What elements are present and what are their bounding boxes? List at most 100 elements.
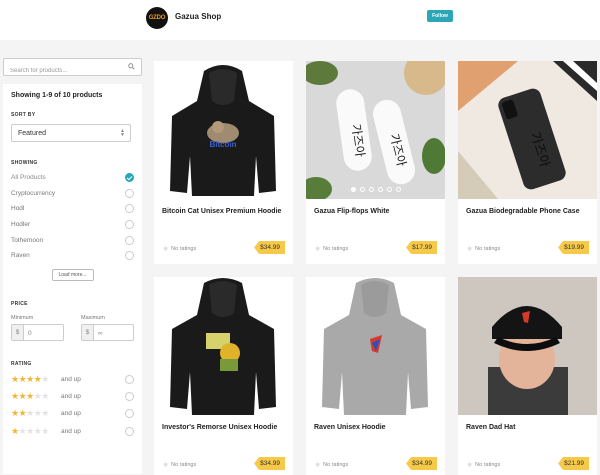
carousel-dot[interactable]: [386, 187, 392, 192]
product-card[interactable]: Bitcoin Bitcoin Cat Unisex Premium Hoodi…: [154, 61, 293, 264]
product-title[interactable]: Raven Unisex Hoodie: [314, 423, 439, 433]
product-image-remorse-hoodie[interactable]: [154, 277, 293, 415]
and-up-label: and up: [61, 375, 81, 383]
carousel-dots: [306, 187, 445, 192]
product-rating: ★ No ratings: [162, 460, 196, 469]
price-tag: $34.99: [254, 457, 285, 470]
product-card[interactable]: 가즈아 가즈아 Gazua Flip-flops White ★ No ratin…: [306, 61, 445, 264]
product-card[interactable]: Raven Dad Hat ★ No ratings $21.99: [458, 277, 597, 475]
radio-icon[interactable]: [125, 220, 134, 230]
price-tag: $34.99: [406, 457, 437, 470]
price-tag: $17.99: [406, 241, 437, 254]
price-max-group: Maximum $ ∞: [81, 315, 134, 341]
price-max-input[interactable]: $ ∞: [81, 323, 134, 341]
radio-icon[interactable]: [125, 235, 134, 245]
star-icon: ★: [314, 460, 322, 469]
rating-option-2[interactable]: ★★★★★ and up: [11, 405, 134, 422]
category-label: Hodl: [11, 205, 25, 213]
one-star-icon: ★★★★★: [11, 425, 49, 436]
product-image-black-hoodie[interactable]: Bitcoin: [154, 61, 293, 199]
product-rating: ★ No ratings: [314, 244, 348, 253]
price-tag: $34.99: [254, 241, 285, 254]
bitcoin-print-text: Bitcoin: [209, 140, 236, 149]
price-heading: PRICE: [11, 300, 28, 307]
price-min-group: Minimum $0: [11, 315, 64, 341]
radio-icon[interactable]: [125, 426, 134, 436]
carousel-dot[interactable]: [350, 187, 356, 192]
rating-text: No ratings: [323, 461, 349, 468]
product-image-phone-case[interactable]: 가즈아: [458, 61, 597, 199]
filter-sidebar: Showing 1-9 of 10 products SORT BY Featu…: [3, 58, 143, 474]
product-rating: ★ No ratings: [466, 244, 500, 253]
rating-text: No ratings: [323, 245, 349, 252]
search-box: [3, 58, 142, 79]
carousel-dot[interactable]: [359, 187, 365, 192]
two-stars-icon: ★★★★★: [11, 408, 49, 419]
category-label: All Products: [11, 174, 46, 182]
search-input[interactable]: [4, 63, 114, 79]
product-title[interactable]: Investor's Remorse Unisex Hoodie: [162, 423, 287, 433]
rating-option-4[interactable]: ★★★★★ and up: [11, 371, 134, 388]
carousel-dot[interactable]: [395, 187, 401, 192]
carousel-dot[interactable]: [377, 187, 383, 192]
results-count: Showing 1-9 of 10 products: [11, 92, 103, 99]
category-option[interactable]: All Products: [11, 170, 134, 186]
product-title[interactable]: Raven Dad Hat: [466, 423, 591, 433]
price-min-input[interactable]: $0: [11, 323, 64, 341]
follow-button[interactable]: Follow: [427, 10, 453, 22]
radio-icon[interactable]: [125, 188, 134, 198]
category-option[interactable]: Hodler: [11, 217, 134, 233]
star-icon: ★: [466, 244, 474, 253]
price-max-label: Maximum: [81, 314, 105, 321]
four-stars-icon: ★★★★★: [11, 373, 49, 384]
radio-icon[interactable]: [125, 392, 134, 401]
category-option[interactable]: Hodl: [11, 201, 134, 217]
product-card[interactable]: 가즈아 Gazua Biodegradable Phone Case ★ No r…: [458, 61, 597, 264]
product-title[interactable]: Gazua Flip-flops White: [314, 207, 439, 217]
category-label: Cryptocurrency: [11, 189, 56, 197]
product-image-flip-flops[interactable]: 가즈아 가즈아: [306, 61, 445, 199]
category-option[interactable]: Raven: [11, 248, 134, 264]
price-range: Minimum $0 Maximum $ ∞: [11, 315, 134, 341]
rating-filter-list: ★★★★★ and up ★★★★★ and up ★★★★★ and up ★★★★…: [11, 371, 134, 440]
radio-icon[interactable]: [125, 374, 134, 384]
currency-symbol: $: [12, 324, 24, 340]
category-option[interactable]: Tothemoon: [11, 232, 134, 248]
and-up-label: and up: [61, 427, 81, 435]
star-icon: ★: [162, 460, 170, 469]
load-more-button[interactable]: Load more...: [51, 268, 94, 281]
search-icon[interactable]: [128, 63, 135, 70]
select-arrows-icon: ▲ ▼: [120, 128, 125, 138]
radio-icon[interactable]: [125, 251, 134, 261]
shop-logo[interactable]: GZDO: [146, 7, 168, 29]
filter-panel: Showing 1-9 of 10 products SORT BY Featu…: [3, 84, 142, 474]
sort-select[interactable]: Featured ▲ ▼: [11, 124, 131, 142]
product-rating: ★ No ratings: [162, 244, 196, 253]
price-tag: $19.99: [558, 241, 589, 254]
carousel-dot[interactable]: [368, 187, 374, 192]
product-title[interactable]: Gazua Biodegradable Phone Case: [466, 207, 591, 217]
category-option[interactable]: Cryptocurrency: [11, 186, 134, 202]
product-title[interactable]: Bitcoin Cat Unisex Premium Hoodie: [162, 207, 287, 217]
sort-selected-value: Featured: [18, 130, 47, 137]
shop-header: GZDO Gazua Shop Follow: [0, 0, 600, 40]
category-label: Hodler: [11, 221, 31, 229]
rating-text: No ratings: [171, 245, 197, 252]
radio-icon[interactable]: [125, 409, 134, 419]
product-rating: ★ No ratings: [466, 460, 500, 469]
price-max-value: ∞: [98, 329, 103, 337]
rating-text: No ratings: [475, 461, 501, 468]
radio-checked-icon[interactable]: [125, 173, 134, 183]
star-icon: ★: [466, 460, 474, 469]
price-min-value: 0: [28, 329, 32, 337]
rating-option-1[interactable]: ★★★★★ and up: [11, 422, 134, 439]
radio-icon[interactable]: [125, 204, 134, 214]
shop-name[interactable]: Gazua Shop: [175, 12, 221, 21]
and-up-label: and up: [61, 393, 81, 400]
product-card[interactable]: Raven Unisex Hoodie ★ No ratings $34.99: [306, 277, 445, 475]
product-card[interactable]: Investor's Remorse Unisex Hoodie ★ No rat…: [154, 277, 293, 475]
rating-option-3[interactable]: ★★★★★ and up: [11, 388, 134, 405]
product-image-grey-hoodie[interactable]: [306, 277, 445, 415]
category-label: Tothemoon: [11, 236, 44, 244]
product-image-dad-hat[interactable]: [458, 277, 597, 415]
